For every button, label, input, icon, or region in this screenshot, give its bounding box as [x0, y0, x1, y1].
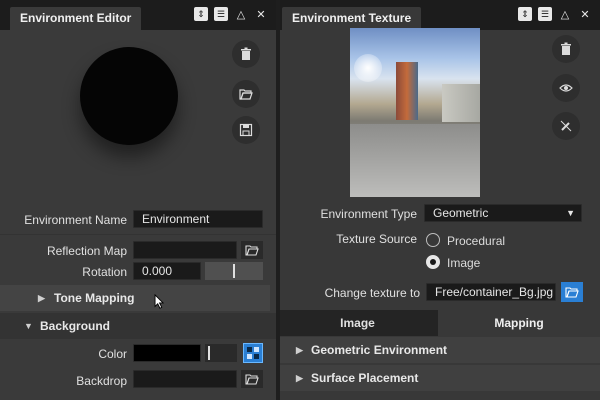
cursor-icon — [154, 293, 165, 313]
image-radio[interactable] — [426, 255, 440, 269]
rotation-label: Rotation — [82, 265, 127, 279]
color-picker-button[interactable] — [243, 343, 263, 363]
maximize-icon[interactable]: △ — [558, 7, 572, 21]
caret-right-icon: ▶ — [296, 345, 303, 355]
tone-mapping-label: Tone Mapping — [54, 291, 135, 305]
tab-image[interactable]: Image — [280, 312, 435, 334]
trash-icon — [241, 47, 251, 60]
texture-source-label: Texture Source — [336, 232, 417, 246]
color-slider[interactable] — [205, 344, 237, 362]
environment-editor-panel: Environment Editor ⇕ ☰ △ ✕ Environment N… — [0, 0, 276, 400]
no-brush-icon — [560, 120, 572, 132]
folder-open-icon — [245, 245, 259, 256]
surface-placement-label: Surface Placement — [311, 371, 419, 385]
texture-preview — [350, 28, 480, 197]
environment-texture-tab[interactable]: Environment Texture — [282, 7, 422, 30]
folder-open-icon — [245, 374, 259, 385]
backdrop-field[interactable] — [133, 370, 237, 388]
procedural-label: Procedural — [447, 234, 506, 248]
texture-building-left — [396, 62, 418, 120]
color-picker-icon — [247, 347, 259, 359]
texture-sun — [354, 54, 382, 82]
trash-icon — [561, 42, 571, 55]
save-environment-button[interactable] — [232, 116, 260, 144]
texture-ground — [350, 124, 480, 197]
env-type-value: Geometric — [433, 206, 489, 220]
environment-preview-sphere — [80, 47, 178, 145]
left-tab-controls: ⇕ ☰ △ ✕ — [194, 7, 268, 21]
reflection-map-browse-button[interactable] — [241, 241, 263, 259]
clear-texture-button[interactable] — [552, 112, 580, 140]
rotation-slider-handle[interactable] — [233, 264, 235, 278]
color-slider-handle[interactable] — [208, 346, 210, 360]
caret-right-icon: ▶ — [296, 373, 303, 383]
delete-texture-button[interactable] — [552, 35, 580, 63]
caret-down-icon: ▼ — [24, 321, 33, 331]
env-type-label: Environment Type — [320, 207, 418, 221]
preview-texture-button[interactable] — [552, 74, 580, 102]
image-label: Image — [447, 256, 481, 270]
reflection-map-label: Reflection Map — [46, 244, 127, 258]
menu-icon[interactable]: ☰ — [538, 7, 552, 21]
geometric-environment-section[interactable]: ▶ Geometric Environment — [280, 337, 600, 363]
color-swatch[interactable] — [133, 344, 201, 362]
close-icon[interactable]: ✕ — [254, 7, 268, 21]
divider — [0, 234, 276, 235]
env-type-dropdown[interactable]: Geometric ▼ — [424, 204, 582, 222]
texture-building-right — [442, 84, 480, 122]
right-tab-controls: ⇕ ☰ △ ✕ — [518, 7, 592, 21]
caret-down-icon: ▼ — [566, 208, 575, 218]
folder-open-icon — [239, 89, 253, 100]
env-name-field[interactable]: Environment — [133, 210, 263, 228]
reflection-map-field[interactable] — [133, 241, 237, 259]
background-label: Background — [40, 319, 111, 333]
backdrop-label: Backdrop — [76, 374, 127, 388]
backdrop-browse-button[interactable] — [241, 370, 263, 388]
color-label: Color — [98, 347, 127, 361]
background-section[interactable]: ▼ Background — [0, 313, 276, 339]
change-texture-label: Change texture to — [324, 286, 420, 300]
maximize-icon[interactable]: △ — [234, 7, 248, 21]
open-environment-button[interactable] — [232, 80, 260, 108]
geometric-environment-label: Geometric Environment — [311, 343, 448, 357]
save-icon — [239, 123, 253, 137]
sort-icon[interactable]: ⇕ — [518, 7, 532, 21]
surface-placement-section[interactable]: ▶ Surface Placement — [280, 365, 600, 391]
tab-mapping[interactable]: Mapping — [438, 310, 600, 336]
procedural-radio[interactable] — [426, 233, 440, 247]
menu-icon[interactable]: ☰ — [214, 7, 228, 21]
right-tabbar: Environment Texture ⇕ ☰ △ ✕ — [280, 0, 600, 30]
environment-texture-panel: Environment Texture ⇕ ☰ △ ✕ Environment … — [280, 0, 600, 400]
sort-icon[interactable]: ⇕ — [194, 7, 208, 21]
tone-mapping-section[interactable]: ▶ Tone Mapping — [0, 285, 270, 311]
eye-icon — [559, 84, 573, 92]
rotation-field[interactable]: 0.000 — [133, 262, 201, 280]
close-icon[interactable]: ✕ — [578, 7, 592, 21]
left-tabbar: Environment Editor ⇕ ☰ △ ✕ — [0, 0, 276, 30]
change-texture-browse-button[interactable] — [561, 282, 583, 302]
environment-editor-tab[interactable]: Environment Editor — [10, 7, 142, 30]
folder-open-icon — [565, 287, 579, 298]
caret-right-icon: ▶ — [38, 293, 45, 303]
env-name-label: Environment Name — [24, 213, 127, 227]
delete-environment-button[interactable] — [232, 40, 260, 68]
rotation-slider[interactable] — [205, 262, 263, 280]
change-texture-field[interactable]: Free/container_Bg.jpg — [426, 283, 556, 301]
